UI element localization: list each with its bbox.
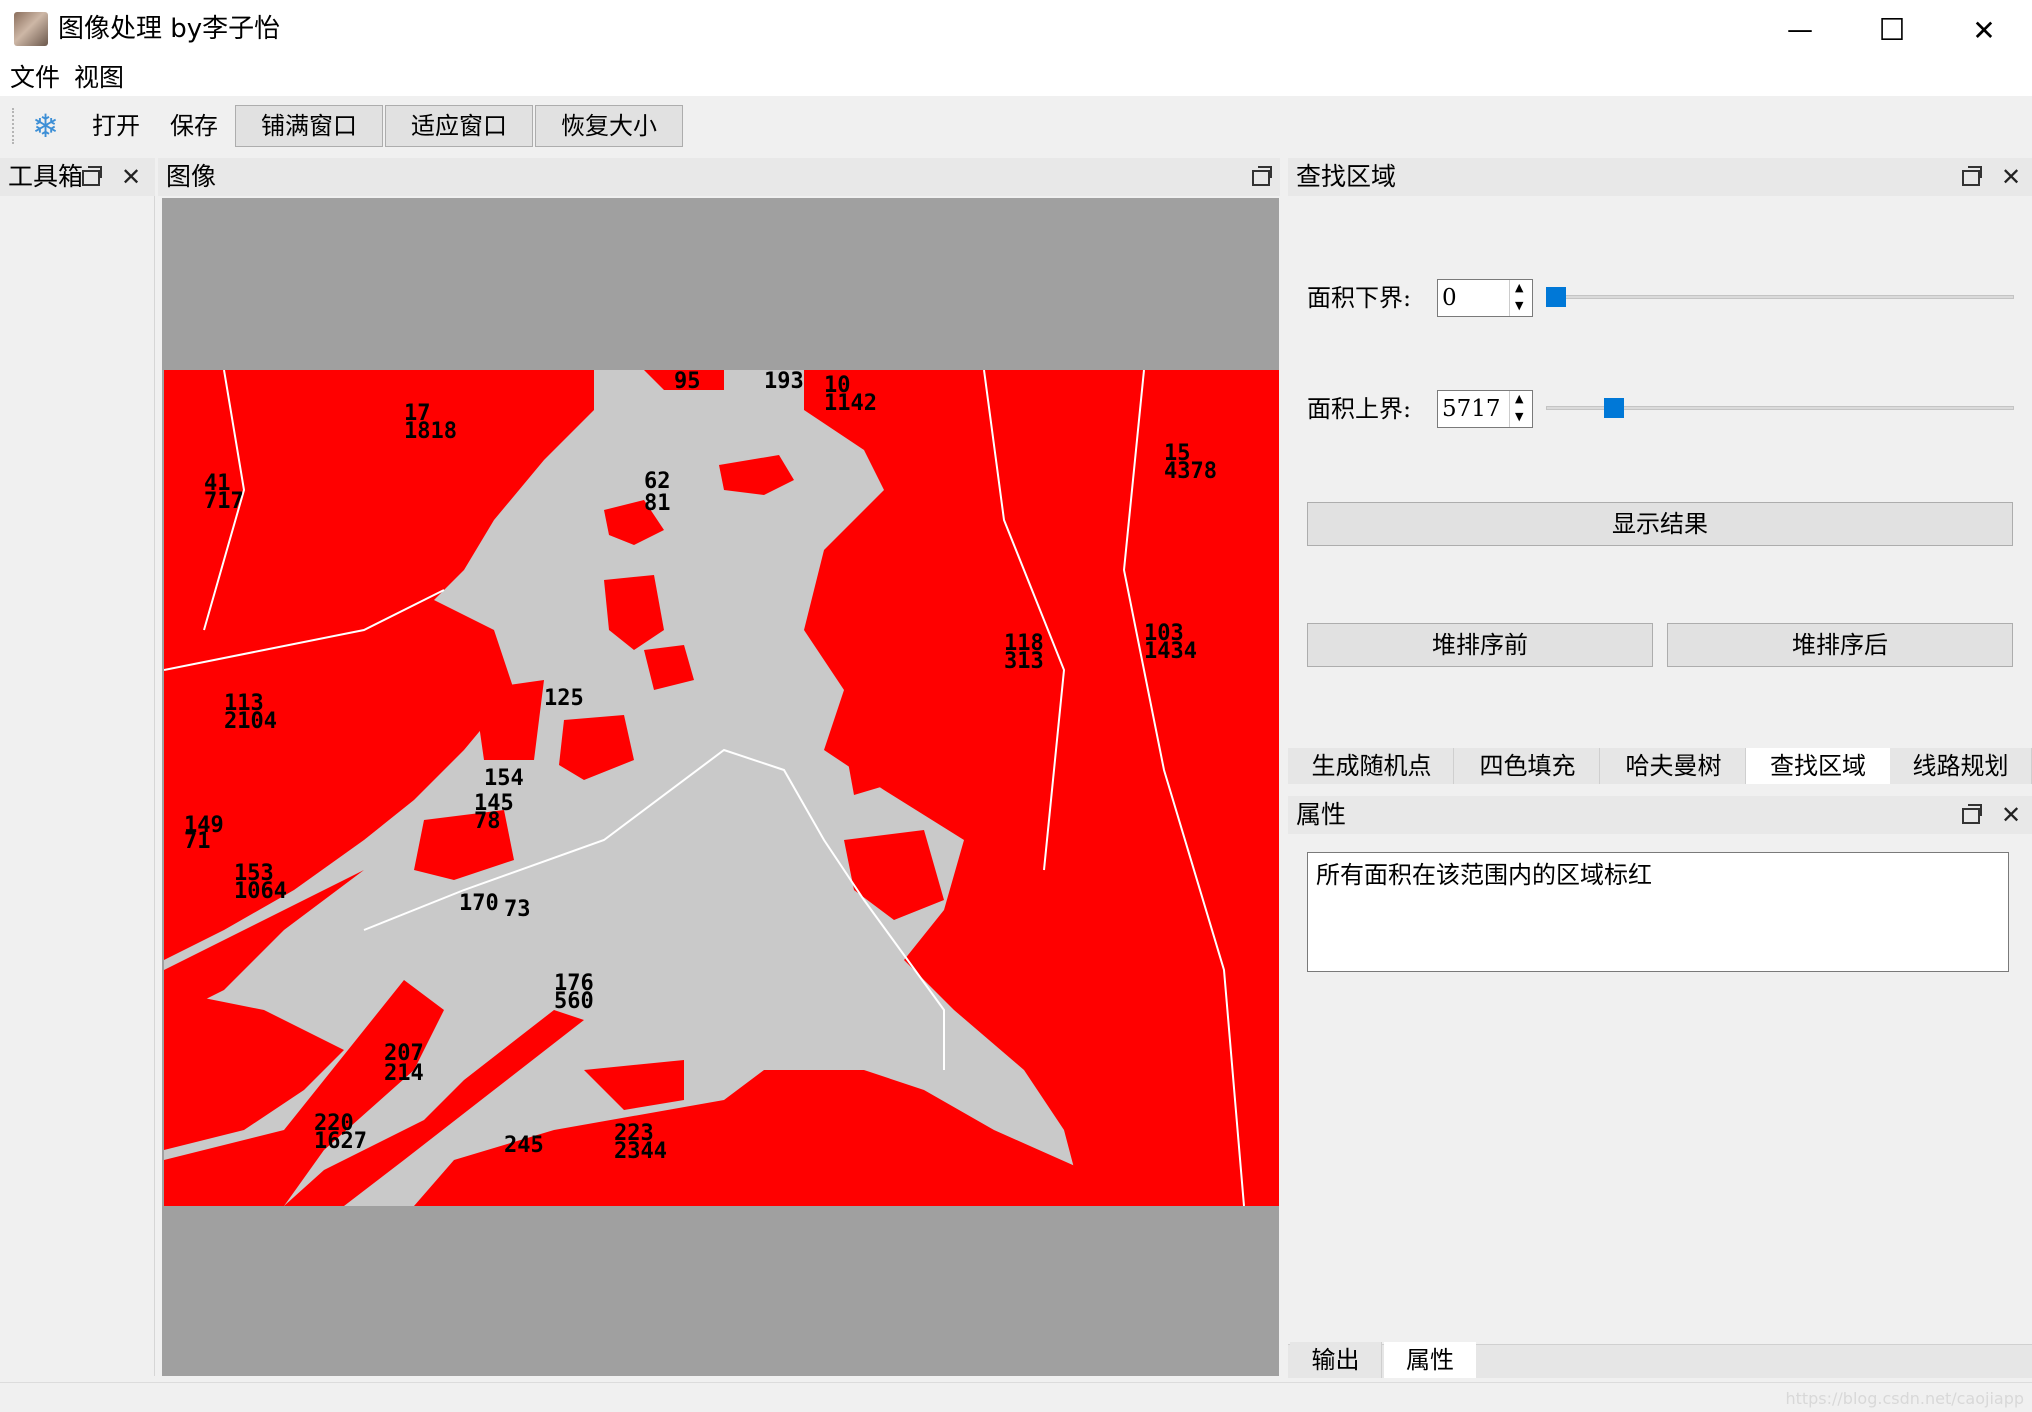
area-lower-label: 面积下界: xyxy=(1307,284,1412,312)
area-upper-spinbox[interactable]: 5717 ▲ ▼ xyxy=(1437,390,1533,428)
properties-text-area[interactable]: 所有面积在该范围内的区域标红 xyxy=(1307,852,2009,972)
restore-size-button[interactable]: 恢复大小 xyxy=(535,105,683,147)
find-region-title-label: 查找区域 xyxy=(1296,162,1397,191)
menu-view[interactable]: 视图 xyxy=(74,60,124,96)
float-icon[interactable] xyxy=(1962,804,1982,824)
region-number-label: 4378 xyxy=(1164,459,1217,484)
region-number-label: 2104 xyxy=(224,709,277,734)
minimize-button[interactable]: — xyxy=(1754,0,1846,60)
tab-find-region[interactable]: 查找区域 xyxy=(1746,748,1890,784)
region-number-label: 1434 xyxy=(1144,639,1197,664)
area-upper-value: 5717 xyxy=(1442,396,1501,422)
region-number-label: 125 xyxy=(544,686,584,711)
tab-random-points[interactable]: 生成随机点 xyxy=(1290,748,1454,784)
close-icon[interactable]: ✕ xyxy=(118,164,144,190)
region-number-label: 1142 xyxy=(824,391,877,416)
region-number-label: 154 xyxy=(484,766,524,791)
region-number-label: 1064 xyxy=(234,879,287,904)
close-icon: ✕ xyxy=(1972,13,1996,47)
map-image[interactable]: 95 193 10 1142 15 4378 62 81 103 1434 113 2104 125 15… xyxy=(164,370,1279,1206)
region-number-label: 73 xyxy=(504,897,531,922)
close-icon[interactable]: ✕ xyxy=(1998,164,2024,190)
region-number-label: 214 xyxy=(384,1061,424,1086)
region-number-label: 313 xyxy=(1004,649,1044,674)
spin-arrows-icon[interactable]: ▲ ▼ xyxy=(1509,280,1532,316)
properties-dock-title: 属性 xyxy=(1288,796,2032,834)
float-icon[interactable] xyxy=(82,166,102,186)
close-button[interactable]: ✕ xyxy=(1938,0,2030,60)
after-heapsort-button[interactable]: 堆排序后 xyxy=(1667,623,2013,667)
region-number-label: 2344 xyxy=(614,1139,667,1164)
close-icon[interactable]: ✕ xyxy=(1998,802,2024,828)
toolbar: ❄ 打开 保存 铺满窗口 适应窗口 恢复大小 xyxy=(0,96,2032,156)
region-number-label: 95 xyxy=(674,370,701,394)
region-number-label: 78 xyxy=(474,809,501,834)
region-number-label: 717 xyxy=(204,489,244,514)
spin-arrows-icon[interactable]: ▲ ▼ xyxy=(1509,391,1532,427)
show-result-button[interactable]: 显示结果 xyxy=(1307,502,2013,546)
tab-four-color-fill[interactable]: 四色填充 xyxy=(1456,748,1600,784)
image-dock-title: 图像 xyxy=(158,158,1280,196)
area-lower-slider-handle[interactable] xyxy=(1546,287,1566,307)
area-upper-label: 面积上界: xyxy=(1307,395,1412,423)
find-region-dock-title: 查找区域 xyxy=(1288,158,2032,196)
maximize-button[interactable]: ☐ xyxy=(1846,0,1938,60)
region-number-label: 245 xyxy=(504,1133,544,1158)
toolbar-grip[interactable] xyxy=(12,108,15,144)
before-heapsort-button[interactable]: 堆排序前 xyxy=(1307,623,1653,667)
region-number-label: 71 xyxy=(184,829,211,854)
image-title-label: 图像 xyxy=(166,162,217,191)
fit-window-button[interactable]: 适应窗口 xyxy=(385,105,533,147)
tab-properties[interactable]: 属性 xyxy=(1384,1342,1476,1378)
region-number-label: 170 xyxy=(459,891,499,916)
map-svg: 95 193 10114215437862811031434113210412515… xyxy=(164,370,1279,1206)
open-button[interactable]: 打开 xyxy=(92,108,140,144)
menu-bar: 文件 视图 xyxy=(0,60,2032,96)
region-number-label: 81 xyxy=(644,491,671,516)
float-icon[interactable] xyxy=(1252,166,1272,186)
tab-route-planning[interactable]: 线路规划 xyxy=(1890,748,2032,784)
toolbox-dock: 工具箱 ✕ xyxy=(0,158,155,1376)
area-lower-spinbox[interactable]: 0 ▲ ▼ xyxy=(1437,279,1533,317)
status-bar xyxy=(0,1382,2032,1412)
toolbox-title-label: 工具箱 xyxy=(8,162,84,191)
area-lower-slider[interactable] xyxy=(1546,295,2014,299)
window-title: 图像处理 by李子怡 xyxy=(58,14,281,44)
title-bar: 图像处理 by李子怡 — ☐ ✕ xyxy=(0,0,2032,60)
snowflake-icon[interactable]: ❄ xyxy=(32,106,59,146)
tab-output[interactable]: 输出 xyxy=(1290,1342,1382,1378)
minimize-icon: — xyxy=(1787,15,1813,45)
tab-huffman-tree[interactable]: 哈夫曼树 xyxy=(1602,748,1746,784)
red-region xyxy=(474,680,544,760)
area-upper-slider-handle[interactable] xyxy=(1604,398,1625,418)
region-number-label: 1818 xyxy=(404,419,457,444)
maximize-icon: ☐ xyxy=(1878,12,1906,48)
area-lower-value: 0 xyxy=(1442,285,1457,311)
fill-window-button[interactable]: 铺满窗口 xyxy=(235,105,383,147)
menu-file[interactable]: 文件 xyxy=(10,60,60,96)
app-icon xyxy=(14,12,48,46)
region-number-label: 560 xyxy=(554,989,594,1014)
save-button[interactable]: 保存 xyxy=(170,108,218,144)
properties-title-label: 属性 xyxy=(1296,800,1347,829)
region-number-label: 1627 xyxy=(314,1129,367,1154)
watermark: https://blog.csdn.net/caojiapp xyxy=(1785,1389,2024,1408)
float-icon[interactable] xyxy=(1962,166,1982,186)
properties-text: 所有面积在该范围内的区域标红 xyxy=(1316,861,1652,889)
region-number-label: 193 xyxy=(764,370,804,394)
